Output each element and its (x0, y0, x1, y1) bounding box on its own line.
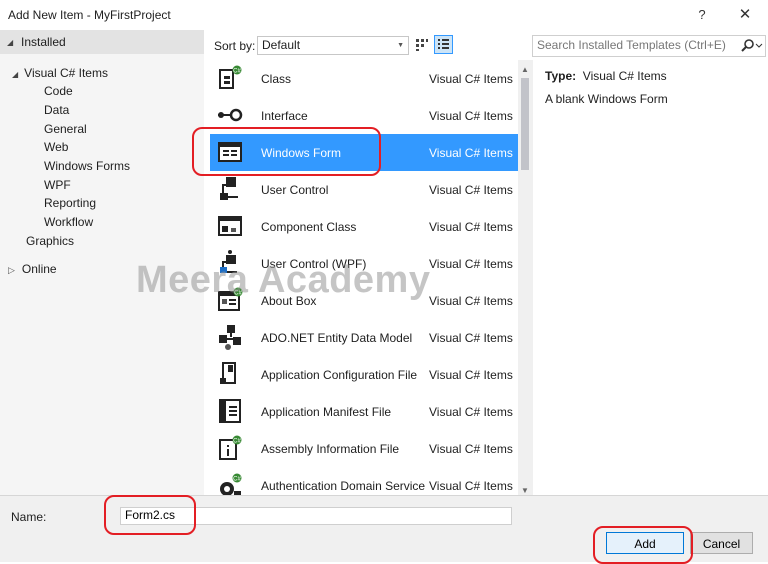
collapse-triangle-icon: ◢ (7, 38, 14, 47)
type-label: Type: (545, 69, 577, 83)
template-category: Visual C# Items (429, 183, 513, 197)
template-item-entity-data-model[interactable]: ADO.NET Entity Data Model Visual C# Item… (210, 319, 518, 356)
template-category: Visual C# Items (429, 109, 513, 123)
small-icons-view-button[interactable] (412, 35, 431, 54)
highlight-ring-windows-form (192, 127, 381, 176)
template-name: Component Class (261, 220, 357, 234)
search-icon[interactable] (737, 37, 763, 54)
template-category: Visual C# Items (429, 331, 513, 345)
tree-item-data[interactable]: Data (44, 101, 69, 119)
class-icon: C# (219, 65, 242, 89)
component-class-icon (218, 216, 242, 236)
installed-header[interactable]: ◢ Installed (0, 30, 204, 54)
template-category: Visual C# Items (429, 72, 513, 86)
svg-text:C#: C# (233, 439, 241, 445)
template-category: Visual C# Items (429, 257, 513, 271)
type-value: Visual C# Items (582, 69, 667, 83)
template-item-user-control[interactable]: User Control Visual C# Items (210, 171, 518, 208)
template-category: Visual C# Items (429, 294, 513, 308)
sort-dropdown[interactable]: Default ▼ (257, 36, 409, 55)
details-pane: Type: Visual C# Items A blank Windows Fo… (545, 69, 760, 106)
expanded-triangle-icon: ◢ (12, 70, 19, 79)
template-item-manifest-file[interactable]: Application Manifest File Visual C# Item… (210, 393, 518, 430)
template-category: Visual C# Items (429, 405, 513, 419)
tree-item-wpf[interactable]: WPF (44, 176, 71, 194)
template-name: Authentication Domain Service (261, 479, 426, 493)
list-view-button[interactable] (434, 35, 453, 54)
tree-item-label: Online (21, 262, 57, 276)
highlight-ring-add (593, 526, 693, 564)
search-box (532, 35, 766, 57)
grid-view-icon (416, 39, 428, 51)
user-control-icon (220, 177, 238, 200)
window-title: Add New Item - MyFirstProject (8, 8, 171, 22)
svg-text:C#: C# (233, 69, 241, 75)
manifest-file-icon (219, 399, 241, 423)
scroll-down-icon[interactable]: ▼ (521, 486, 529, 495)
tree-item-online[interactable]: ▷ Online (8, 260, 57, 278)
close-button[interactable]: ✕ (733, 5, 757, 25)
tree-item-windows-forms[interactable]: Windows Forms (44, 157, 130, 175)
template-category: Visual C# Items (429, 368, 513, 382)
template-name: Class (261, 72, 292, 86)
template-name: User Control (261, 183, 329, 197)
template-name: Assembly Information File (261, 442, 400, 456)
list-view-icon (438, 39, 449, 49)
template-name: Application Manifest File (261, 405, 392, 419)
help-button[interactable]: ? (690, 5, 714, 25)
highlight-ring-name (104, 495, 196, 535)
sort-toolbar: Sort by: Default ▼ (205, 30, 525, 60)
name-label: Name: (11, 510, 47, 524)
tree-item-web[interactable]: Web (44, 138, 68, 156)
template-description: A blank Windows Form (545, 92, 668, 106)
tree-item-code[interactable]: Code (44, 82, 73, 100)
template-item-config-file[interactable]: Application Configuration File Visual C#… (210, 356, 518, 393)
sort-by-label: Sort by: (214, 39, 256, 53)
template-name: Interface (261, 109, 308, 123)
sort-value: Default (262, 38, 301, 52)
scroll-up-icon[interactable]: ▲ (521, 65, 529, 74)
collapsed-triangle-icon: ▷ (8, 265, 15, 275)
watermark: Meera Academy (136, 259, 431, 301)
tree-item-label: Visual C# Items (24, 66, 108, 80)
template-item-component-class[interactable]: Component Class Visual C# Items (210, 208, 518, 245)
search-input[interactable] (533, 36, 733, 54)
chevron-down-icon: ▼ (397, 42, 404, 49)
tree-item-general[interactable]: General (44, 120, 87, 138)
tree-item-graphics[interactable]: Graphics (26, 232, 74, 250)
template-category: Visual C# Items (429, 479, 513, 493)
svg-text:C#: C# (233, 477, 241, 483)
tree-item-visual-csharp[interactable]: ◢ Visual C# Items (12, 64, 108, 82)
interface-icon (218, 108, 243, 122)
template-item-assembly-info[interactable]: C# Assembly Information File Visual C# I… (210, 430, 518, 467)
template-list-scrollbar[interactable]: ▲ ▼ (518, 60, 533, 500)
template-name: ADO.NET Entity Data Model (261, 331, 413, 345)
title-bar: Add New Item - MyFirstProject ? ✕ (0, 0, 768, 30)
assembly-info-icon: C# (219, 435, 242, 460)
template-category: Visual C# Items (429, 442, 513, 456)
entity-data-model-icon (219, 325, 241, 350)
tree-item-workflow[interactable]: Workflow (44, 213, 93, 231)
template-name: Application Configuration File (261, 368, 418, 382)
scrollbar-thumb[interactable] (521, 78, 529, 170)
config-file-icon (220, 362, 236, 384)
template-item-class[interactable]: C# Class Visual C# Items (210, 60, 518, 97)
installed-label: Installed (21, 35, 66, 49)
cancel-button[interactable]: Cancel (690, 532, 753, 554)
template-category: Visual C# Items (429, 220, 513, 234)
template-category: Visual C# Items (429, 146, 513, 160)
type-line: Type: Visual C# Items (545, 69, 760, 83)
tree-item-reporting[interactable]: Reporting (44, 194, 96, 212)
